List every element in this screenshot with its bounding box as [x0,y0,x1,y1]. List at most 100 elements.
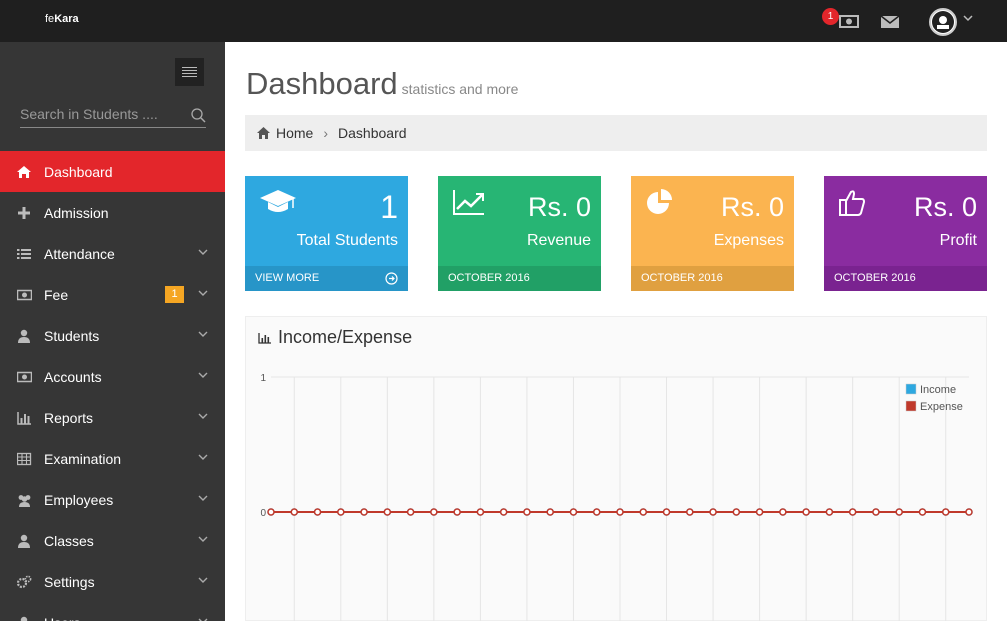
page-title: Dashboard statistics and more [246,66,519,101]
chevron-down-icon [198,290,208,296]
top-navbar: feKara 1 [0,0,1007,42]
series-point-expense [453,508,461,516]
series-point-expense [267,508,275,516]
table-icon [0,452,44,466]
envelope-icon[interactable] [880,12,900,30]
user-avatar[interactable] [929,8,957,36]
series-point-expense [639,508,648,516]
chevron-down-icon [198,454,208,460]
user-icon [0,329,44,343]
money-icon[interactable] [839,12,859,30]
series-point-expense [825,508,834,516]
legend-label-expense: Expense [920,401,963,413]
sidebar-item-reports[interactable]: Reports [0,397,225,438]
series-point-expense [569,508,578,516]
total-students-card[interactable]: 1 Total Students VIEW MORE [245,176,408,291]
card-footer: OCTOBER 2016 [824,266,987,291]
series-point-expense [965,508,973,516]
sidebar-item-examination[interactable]: Examination [0,438,225,479]
expenses-card: Rs. 0 Expenses OCTOBER 2016 [631,176,794,291]
breadcrumb-current: Dashboard [338,125,407,141]
card-label: Profit [939,232,977,249]
sidebar-item-attendance[interactable]: Attendance [0,233,225,274]
pie-chart-icon [647,189,672,214]
sidebar-nav: Dashboard Admission Attendance Fee 1 Students… [0,151,225,621]
legend-swatch-income [905,383,917,395]
series-point-expense [686,508,694,516]
sidebar: Dashboard Admission AttendanceFee1Students… [0,42,225,621]
sidebar-item-accounts[interactable]: Accounts [0,356,225,397]
chevron-down-icon [198,249,208,255]
bar-chart-icon [0,411,44,425]
card-value: Rs. 0 [913,192,977,222]
menu-toggle-button[interactable] [175,58,204,86]
money-icon [0,288,44,302]
sidebar-item-employees[interactable]: Employees [0,479,225,520]
series-point-expense [848,508,857,516]
sidebar-item-users[interactable]: Users [0,602,225,621]
sidebar-item-admission[interactable]: Admission [0,192,225,233]
chevron-down-icon [198,413,208,419]
search-icon[interactable] [191,108,206,123]
profit-card: Rs. 0 Profit OCTOBER 2016 [824,176,987,291]
user-icon [0,616,44,621]
chevron-down-icon [198,331,208,337]
chevron-down-icon [198,536,208,542]
chevron-down-icon[interactable] [963,14,973,22]
series-point-expense [313,508,322,516]
series-point-expense [802,508,810,516]
series-point-expense [895,508,903,516]
cogs-icon [0,575,44,589]
series-point-expense [499,508,508,516]
sidebar-item-dashboard[interactable]: Dashboard [0,151,225,192]
notification-badge: 1 [822,8,839,25]
series-point-expense [872,508,880,516]
y-tick-label: 0 [260,508,266,519]
breadcrumb-home-link[interactable]: Home [276,125,313,141]
series-point-expense [755,508,764,516]
user-icon [0,534,44,548]
arrow-circle-right-icon [385,272,398,285]
chevron-down-icon [198,495,208,501]
chevron-down-icon [198,577,208,583]
card-footer: OCTOBER 2016 [631,266,794,291]
income-expense-chart: 0 1 Income Expense [260,373,973,621]
users-icon [0,493,44,507]
legend-label-income: Income [920,384,956,396]
card-label: Total Students [296,232,398,249]
plus-icon [0,206,44,220]
card-value: Rs. 0 [720,192,784,222]
card-value: 1 [380,189,398,225]
brand-logo[interactable]: feKara [45,13,79,25]
series-point-expense [709,508,717,516]
sidebar-item-students[interactable]: Students [0,315,225,356]
revenue-card: Rs. 0 Revenue OCTOBER 2016 [438,176,601,291]
series-point-expense [406,508,415,516]
series-point-expense [476,508,485,516]
series-point-expense [732,508,741,516]
list-icon [0,247,44,261]
home-icon [257,127,270,139]
sidebar-item-settings[interactable]: Settings [0,561,225,602]
avatar-image-icon [932,11,954,33]
series-point-expense [546,508,554,516]
series-point-expense [290,508,299,516]
series-point-expense [523,508,531,516]
page-subtitle: statistics and more [401,81,519,97]
home-icon [0,165,44,179]
student-search [20,106,206,128]
card-footer: OCTOBER 2016 [438,266,601,291]
sidebar-item-label: Admission [44,204,109,221]
series-point-expense [941,508,950,516]
view-more-link[interactable]: VIEW MORE [245,266,408,291]
series-point-expense [383,508,392,516]
card-value: Rs. 0 [527,192,591,222]
sidebar-item-fee[interactable]: Fee 1 [0,274,225,315]
search-input[interactable] [20,106,180,122]
sidebar-item-classes[interactable]: Classes [0,520,225,561]
money-icon [0,370,44,384]
series-point-expense [779,508,787,516]
card-label: Revenue [526,232,591,249]
card-label: Expenses [713,232,784,249]
legend-swatch-expense [905,400,917,412]
